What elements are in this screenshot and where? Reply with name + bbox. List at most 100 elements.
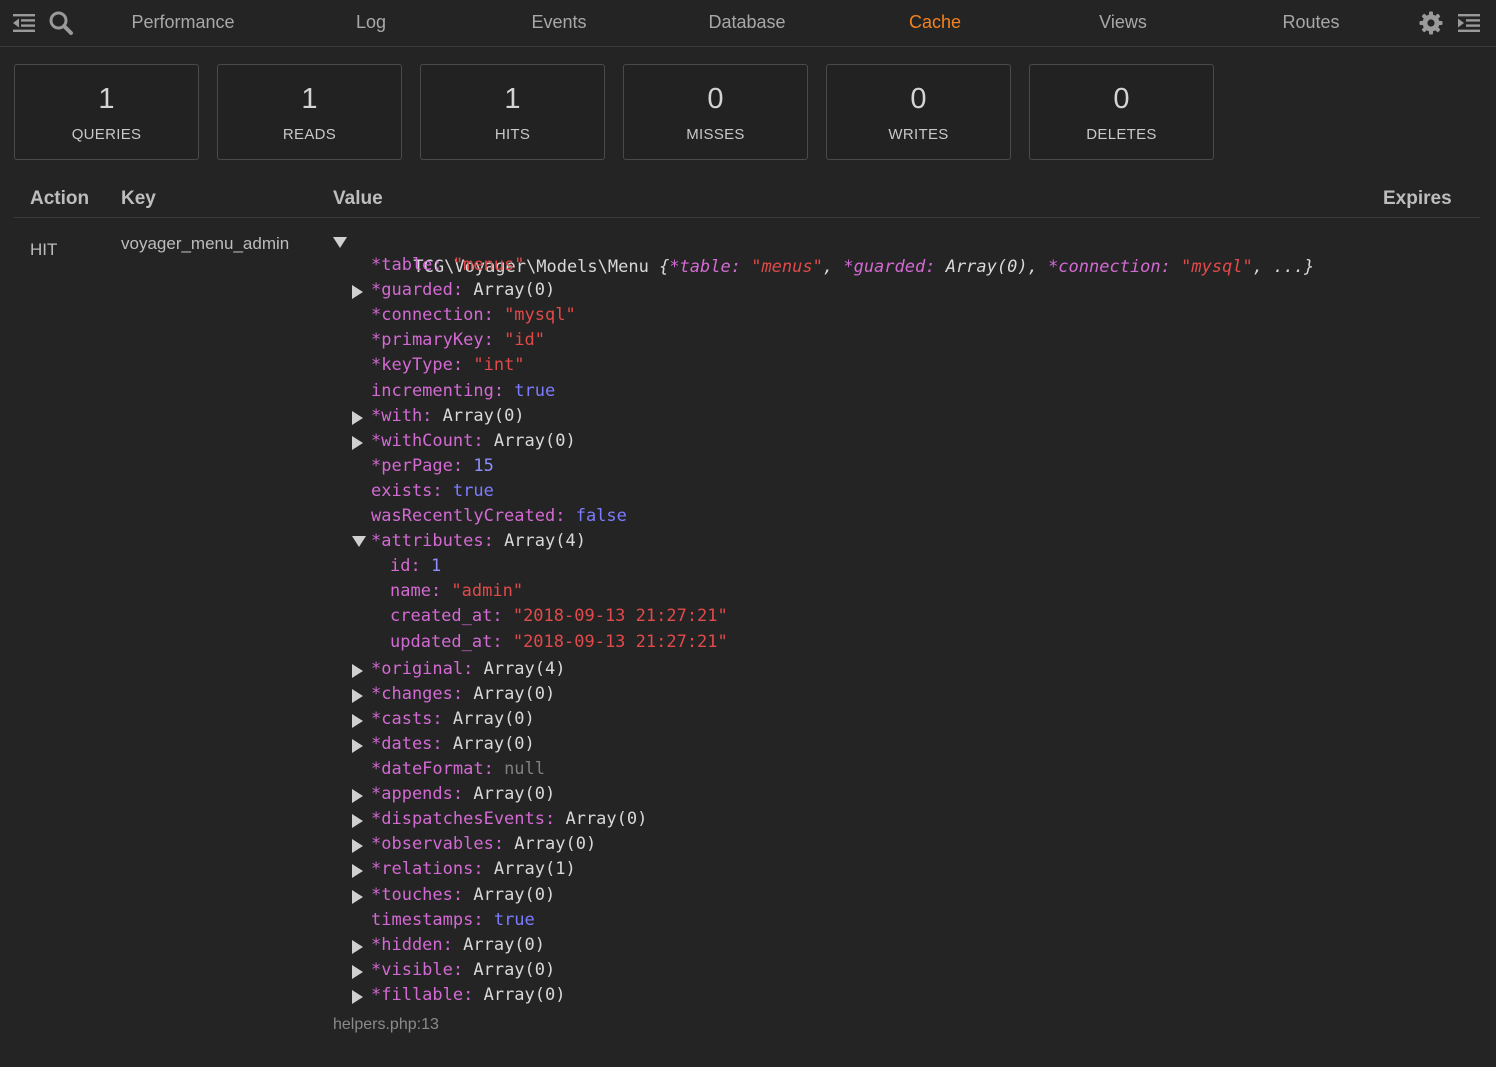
dump-property-line[interactable]: *observables: Array(0) — [352, 832, 597, 857]
expand-toggle-icon[interactable] — [352, 713, 363, 728]
dump-property-line[interactable]: *dates: Array(0) — [352, 732, 535, 757]
dump-property-value: Array(0) — [463, 884, 556, 905]
dump-property-value: Array(0) — [463, 683, 556, 704]
dump-property-key: *primaryKey: — [371, 330, 494, 351]
dump-property-line[interactable]: *withCount: Array(0) — [352, 429, 576, 454]
dump-property-line[interactable]: *touches: Array(0) — [352, 883, 556, 908]
stat-value: 1 — [98, 83, 115, 115]
dump-property-line[interactable]: *changes: Array(0) — [352, 682, 556, 707]
dump-property-key: *casts: — [371, 708, 443, 729]
dump-property-line[interactable]: *relations: Array(1) — [352, 857, 576, 882]
expand-toggle-icon[interactable] — [352, 738, 363, 753]
tab-database[interactable]: Database — [708, 12, 785, 33]
expand-toggle-icon[interactable] — [352, 688, 363, 703]
tab-events[interactable]: Events — [531, 12, 586, 33]
dump-property-line[interactable]: *with: Array(0) — [352, 404, 525, 429]
collapse-toggle-icon[interactable] — [352, 536, 366, 548]
dump-property-value: 1 — [420, 556, 442, 577]
dump-property-value: "int" — [463, 355, 525, 376]
collapse-toggle-icon[interactable] — [333, 237, 347, 248]
stat-label: QUERIES — [71, 126, 142, 143]
expand-toggle-icon[interactable] — [352, 839, 363, 854]
dump-summary-part: , ...} — [1252, 257, 1315, 277]
dump-property-value: Array(4) — [473, 658, 566, 679]
dump-property-value: false — [565, 506, 627, 526]
dump-property-line[interactable]: *hidden: Array(0) — [352, 933, 545, 958]
dump-property-line: *table: "menus" — [371, 253, 525, 278]
dump-property-key: wasRecentlyCreated: — [371, 506, 566, 526]
dump-property-value: Array(4) — [493, 531, 586, 552]
dump-property-key: *withCount: — [371, 430, 484, 451]
dump-property-line[interactable]: *fillable: Array(0) — [352, 983, 565, 1008]
dump-summary: {*table: "menus", *guarded: Array(0), *c… — [649, 257, 1314, 277]
dump-property-value: "2018-09-13 21:27:21" — [502, 631, 728, 652]
dump-property-key: exists: — [371, 480, 443, 501]
column-header-action: Action — [30, 188, 90, 209]
expand-toggle-icon[interactable] — [352, 814, 363, 829]
tab-performance[interactable]: Performance — [131, 12, 234, 33]
expand-toggle-icon[interactable] — [352, 989, 363, 1004]
expand-toggle-icon[interactable] — [352, 864, 363, 879]
expand-panel-icon[interactable] — [1456, 10, 1482, 36]
expand-toggle-icon[interactable] — [352, 663, 363, 678]
dump-property-line: name: "admin" — [390, 579, 523, 604]
dump-property-line[interactable]: *appends: Array(0) — [352, 782, 555, 807]
expand-toggle-icon[interactable] — [352, 285, 363, 300]
dump-property-line[interactable]: *attributes: Array(4) — [352, 529, 586, 554]
dump-property-key: *perPage: — [371, 455, 464, 476]
dump-property-line[interactable]: *visible: Array(0) — [352, 958, 556, 983]
stat-value: 0 — [1113, 83, 1130, 115]
expand-toggle-icon[interactable] — [352, 889, 363, 904]
dump-property-key: *appends: — [371, 784, 464, 805]
stat-label: DELETES — [1086, 126, 1157, 143]
dump-property-key: created_at: — [390, 606, 503, 627]
dump-property-key: *keyType: — [371, 355, 464, 376]
dump-property-key: *attributes: — [371, 531, 494, 552]
gear-icon[interactable] — [1418, 10, 1444, 36]
dump-property-key: *original: — [371, 658, 474, 679]
expand-toggle-icon[interactable] — [352, 939, 363, 954]
stat-card-writes: 0 WRITES — [826, 64, 1011, 160]
tab-log[interactable]: Log — [356, 12, 386, 33]
expand-toggle-icon[interactable] — [352, 435, 363, 450]
stat-label: HITS — [494, 126, 531, 143]
dump-property-line[interactable]: *original: Array(4) — [352, 657, 566, 682]
dump-property-line[interactable]: *dispatchesEvents: Array(0) — [352, 807, 647, 832]
dump-property-line: *keyType: "int" — [371, 353, 525, 378]
cell-key: voyager_menu_admin — [121, 234, 290, 253]
expand-toggle-icon[interactable] — [352, 964, 363, 979]
dump-summary-part: , — [822, 257, 844, 277]
tab-cache[interactable]: Cache — [909, 12, 961, 33]
dump-property-key: updated_at: — [390, 631, 503, 652]
dump-property-key: *dateFormat: — [371, 759, 494, 779]
dump-summary-part: *connection: — [1048, 257, 1171, 277]
dump-property-value: Array(0) — [463, 280, 556, 301]
dump-property-key: incrementing: — [371, 380, 505, 401]
dump-property-value: Array(0) — [463, 959, 556, 980]
dump-property-key: *hidden: — [371, 934, 453, 955]
stat-label: READS — [282, 126, 337, 143]
stat-card-hits: 1 HITS — [420, 64, 605, 160]
dump-property-key: *relations: — [371, 859, 484, 880]
dump-property-line[interactable]: *guarded: Array(0) — [352, 278, 556, 303]
dump-summary-part: *guarded: — [843, 257, 936, 277]
dump-property-line: updated_at: "2018-09-13 21:27:21" — [390, 630, 728, 655]
expand-toggle-icon[interactable] — [352, 410, 363, 425]
dump-property-value: Array(0) — [504, 834, 597, 855]
dump-property-line[interactable]: *casts: Array(0) — [352, 707, 535, 732]
dump-header[interactable]: TCG\Voyager\Models\Menu {*table: "menus"… — [333, 230, 1314, 277]
dump-property-key: *dispatchesEvents: — [371, 809, 556, 830]
dump-property-key: *fillable: — [371, 984, 474, 1005]
column-header-key: Key — [121, 188, 156, 209]
search-icon[interactable] — [48, 10, 74, 36]
dump-property-value: Array(0) — [442, 708, 535, 729]
dump-property-line: *perPage: 15 — [371, 454, 494, 479]
expand-toggle-icon[interactable] — [352, 789, 363, 804]
dump-property-key: *observables: — [371, 834, 505, 855]
dump-property-value: Array(1) — [483, 859, 576, 880]
tab-routes[interactable]: Routes — [1282, 12, 1339, 33]
dump-property-value: "2018-09-13 21:27:21" — [502, 606, 728, 627]
tab-views[interactable]: Views — [1099, 12, 1147, 33]
dump-property-line: wasRecentlyCreated: false — [371, 504, 627, 529]
collapse-icon[interactable] — [11, 10, 37, 36]
